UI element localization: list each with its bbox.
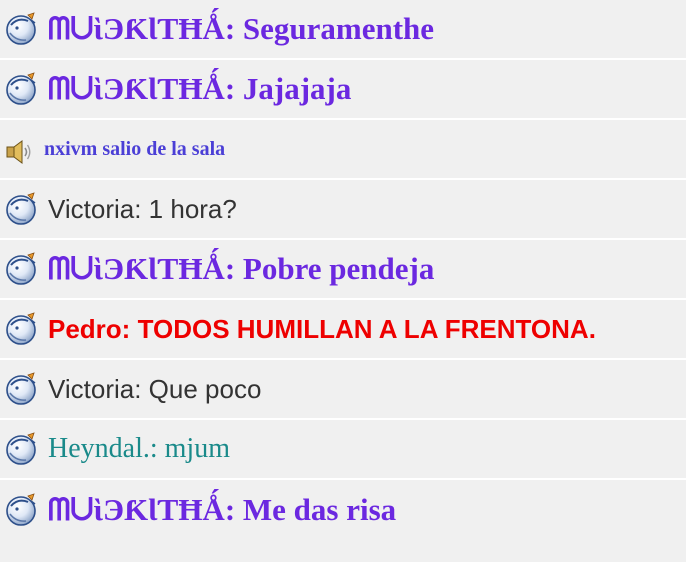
message-text: ᗰᑌὶЭƘƖƬĦǺ: Jajajaja (48, 70, 352, 106)
message-text: Victoria: 1 hora? (48, 193, 237, 224)
message-text: Pedro: TODOS HUMILLAN A LA FRENTONA. (48, 313, 596, 344)
round-bubble-avatar-icon (4, 311, 40, 347)
chat-message: Victoria: 1 hora? (0, 180, 686, 240)
message-text: ᗰᑌὶЭƘƖƬĦǺ: Pobre pendeja (48, 250, 435, 286)
chat-message: ᗰᑌὶЭƘƖƬĦǺ: Jajajaja (0, 60, 686, 120)
round-bubble-avatar-icon (4, 492, 40, 528)
chat-log: ᗰᑌὶЭƘƖƬĦǺ: Seguramenthe ᗰᑌὶЭƘƖƬĦǺ: Jajaj… (0, 0, 686, 562)
chat-message: ᗰᑌὶЭƘƖƬĦǺ: Me das risa (0, 480, 686, 540)
round-bubble-avatar-icon (4, 431, 40, 467)
chat-message: Heyndal.: mjum (0, 420, 686, 480)
message-text: Victoria: Que poco (48, 373, 262, 404)
chat-message: Pedro: TODOS HUMILLAN A LA FRENTONA. (0, 300, 686, 360)
speaker-icon (4, 137, 34, 167)
round-bubble-avatar-icon (4, 191, 40, 227)
chat-message: Victoria: Que poco (0, 360, 686, 420)
message-text: ᗰᑌὶЭƘƖƬĦǺ: Seguramenthe (48, 10, 435, 46)
round-bubble-avatar-icon (4, 11, 40, 47)
round-bubble-avatar-icon (4, 251, 40, 287)
system-message: nxivm salio de la sala (0, 120, 686, 180)
round-bubble-avatar-icon (4, 371, 40, 407)
chat-message: ᗰᑌὶЭƘƖƬĦǺ: Seguramenthe (0, 0, 686, 60)
chat-message: ᗰᑌὶЭƘƖƬĦǺ: Pobre pendeja (0, 240, 686, 300)
message-text: Heyndal.: mjum (48, 433, 230, 464)
system-text: nxivm salio de la sala (44, 138, 226, 160)
message-text: ᗰᑌὶЭƘƖƬĦǺ: Me das risa (48, 491, 397, 527)
round-bubble-avatar-icon (4, 71, 40, 107)
